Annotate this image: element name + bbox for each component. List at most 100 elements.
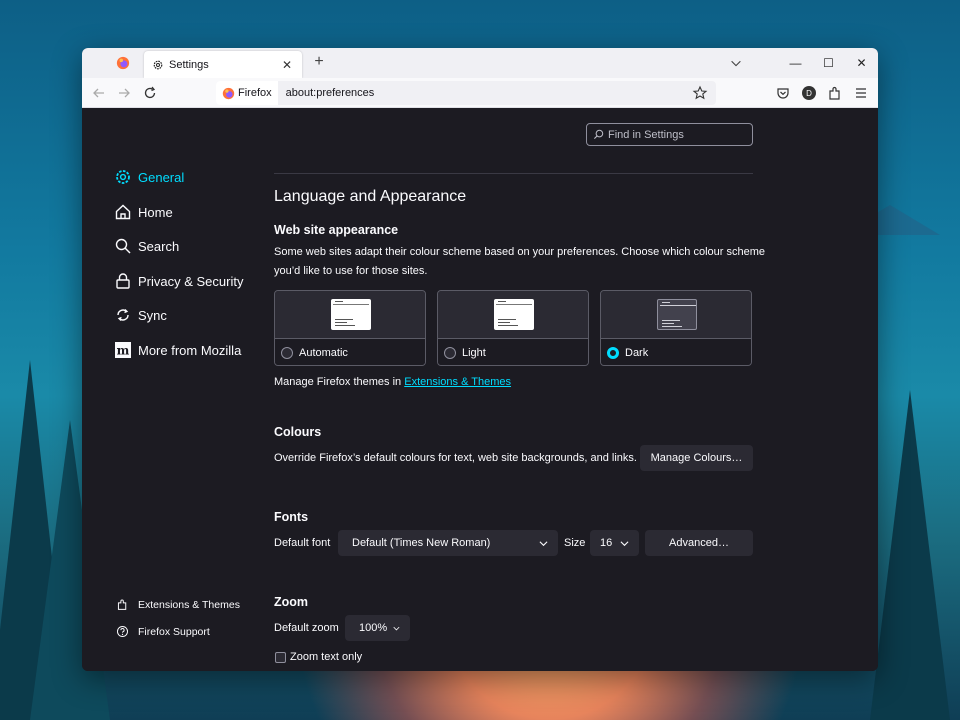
search-placeholder: Find in Settings [608,128,684,141]
colours-heading: Colours [274,425,322,439]
sidebar-item-privacy[interactable]: Privacy & Security [114,270,243,292]
back-icon[interactable] [91,85,107,101]
extensions-puzzle-icon[interactable] [827,85,843,101]
search-icon [593,129,604,140]
theme-option-label: Light [462,346,486,359]
theme-label-row: Light [438,339,588,365]
light-page-preview-icon [494,299,534,330]
default-zoom-label: Default zoom [274,622,339,634]
font-size-select[interactable]: 16 [590,530,639,556]
pocket-icon[interactable] [775,85,791,101]
firefox-icon [222,87,235,99]
chevron-down-icon [393,626,400,630]
theme-option-light[interactable]: Light [437,290,589,366]
identity-box[interactable]: Firefox [216,81,278,105]
close-tab-button[interactable]: ✕ [280,58,294,72]
theme-option-label: Dark [625,346,649,359]
sidebar-item-label: Privacy & Security [138,273,244,289]
account-avatar-icon[interactable]: D [801,85,817,101]
nav-bar: Firefox about:preferences D [82,78,878,108]
help-icon [116,625,129,638]
reload-icon[interactable] [142,85,158,101]
sidebar-item-more-from-mozilla[interactable]: m More from Mozilla [114,339,241,361]
default-zoom-value: 100% [359,622,388,634]
maximize-button[interactable]: ☐ [812,48,845,78]
forward-icon[interactable] [116,85,132,101]
manage-themes-prefix: Manage Firefox themes in [274,376,405,388]
url-text[interactable]: about:preferences [286,87,375,99]
gear-icon [153,60,163,69]
wallpaper-tree [870,390,950,720]
window-close-button[interactable]: ✕ [845,48,878,78]
tab-settings[interactable]: Settings ✕ [144,51,302,78]
manage-colours-button[interactable]: Manage Colours… [640,445,753,471]
sidebar-item-home[interactable]: Home [114,201,173,223]
theme-option-automatic[interactable]: Automatic [274,290,426,366]
radio-automatic[interactable] [281,346,293,359]
zoom-text-only-label[interactable]: Zoom text only [290,651,362,663]
home-icon [115,204,131,220]
find-in-settings-input[interactable]: Find in Settings [586,123,753,146]
lock-icon [116,273,130,289]
sidebar-item-label: Home [138,204,173,220]
zoom-heading: Zoom [274,595,309,609]
list-all-tabs-icon[interactable] [729,56,743,70]
svg-text:D: D [806,89,812,98]
firefox-icon[interactable] [116,56,130,70]
radio-dark[interactable] [607,346,619,359]
light-page-preview-icon [331,299,371,330]
theme-label-row: Dark [601,339,751,365]
chevron-down-icon [539,540,548,546]
menu-hamburger-icon[interactable] [853,85,869,101]
tab-strip: Settings ✕ + — ☐ ✕ [82,48,878,78]
colours-description: Override Firefox’s default colours for t… [274,452,637,464]
new-tab-button[interactable]: + [310,53,328,71]
default-zoom-select[interactable]: 100% [345,615,410,641]
theme-label-row: Automatic [275,339,425,365]
tab-title: Settings [169,58,209,71]
default-font-value: Default (Times New Roman) [352,537,491,549]
font-size-label: Size [564,537,586,549]
puzzle-icon [117,599,127,610]
identity-label: Firefox [238,87,272,99]
sidebar-item-general[interactable]: General [114,166,184,188]
section-divider [274,173,753,174]
footer-item-label: Firefox Support [138,625,210,638]
sidebar-item-label: Search [138,238,180,254]
manage-themes-text: Manage Firefox themes in Extensions & Th… [274,373,511,392]
sidebar-item-label: General [138,169,185,185]
dark-page-preview-icon [657,299,697,330]
theme-option-label: Automatic [299,346,348,359]
theme-preview [275,291,425,339]
minimize-button[interactable]: — [779,48,812,78]
section-title: Language and Appearance [274,188,467,205]
font-size-value: 16 [600,537,613,549]
theme-preview [601,291,751,339]
extensions-themes-link[interactable]: Extensions & Themes [404,376,511,388]
sidebar-footer-extensions-themes[interactable]: Extensions & Themes [116,598,240,611]
radio-light[interactable] [444,346,456,359]
sidebar-item-sync[interactable]: Sync [114,304,167,326]
sidebar-item-label: More from Mozilla [138,342,242,358]
description-line: Some web sites adapt their colour scheme… [274,246,765,258]
zoom-text-only-checkbox[interactable] [275,652,286,663]
theme-option-dark[interactable]: Dark [600,290,752,366]
website-appearance-heading: Web site appearance [274,223,399,237]
bookmark-star-icon[interactable] [692,85,708,101]
chevron-down-icon [620,540,629,546]
advanced-fonts-button[interactable]: Advanced… [645,530,753,556]
settings-page: General Home Search Privacy & Security S… [82,108,878,671]
default-font-select[interactable]: Default (Times New Roman) [338,530,558,556]
url-bar[interactable]: Firefox about:preferences [216,81,716,105]
description-line: you’d like to use for those sites. [274,265,428,277]
search-icon [115,238,131,254]
website-appearance-description: Some web sites adapt their colour scheme… [274,243,765,281]
svg-text:m: m [117,344,130,358]
sidebar-footer-firefox-support[interactable]: Firefox Support [116,625,210,638]
footer-item-label: Extensions & Themes [138,598,240,611]
sidebar-item-search[interactable]: Search [114,235,179,257]
default-font-label: Default font [274,537,331,549]
theme-preview [438,291,588,339]
mozilla-icon: m [115,342,131,358]
browser-window: Settings ✕ + — ☐ ✕ Firefox about:prefere… [82,48,878,671]
